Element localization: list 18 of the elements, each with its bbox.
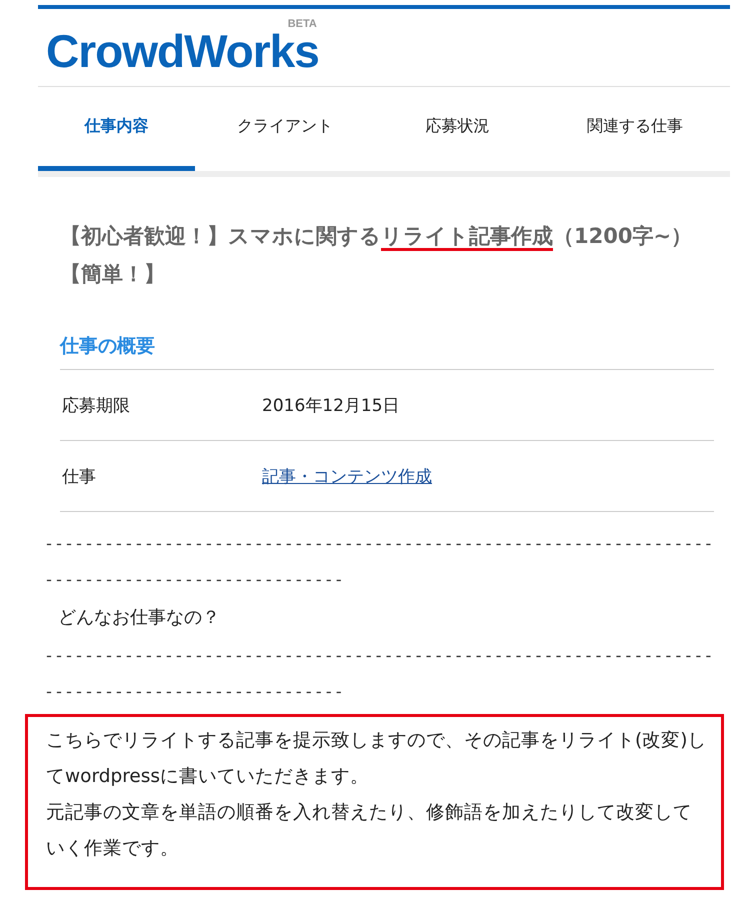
dashed-separator: ------------------------------ [44,569,345,591]
dashed-separator: ------------------------------------------------------------------- [44,533,714,555]
row-value: 2016年12月15日 [262,394,400,416]
logo[interactable]: CrowdWorks BETA [46,18,319,78]
dashed-separator: ------------------------------ [44,681,345,703]
description-text: こちらでリライトする記事を提示致しますので、その記事をリライト(改変)してwordpressに書いていただきます。 [46,729,708,789]
dashed-separator: ------------------------------------------------------------------- [44,645,714,667]
question-text: どんなお仕事なの？ [57,606,221,630]
tab[interactable]: 関連する仕事 [540,87,730,171]
tab[interactable]: 仕事内容 [38,87,195,171]
tab[interactable]: クライアント [195,87,375,171]
row-label: 仕事 [61,466,97,488]
tab[interactable]: 応募状況 [375,87,540,171]
row-label: 応募期限 [61,394,131,416]
job-title: 【初心者歓迎！】スマホに関する リライト記事作成（1200字~）【簡単！】 [60,223,694,288]
category-link[interactable]: 記事・コンテンツ作成 [262,464,432,488]
description-text: 元記事の文章を単語の順番を入れ替えたり、修飾語を加えたりして改変していく作業です。 [46,801,693,861]
section-heading: 仕事の概要 [60,333,714,370]
